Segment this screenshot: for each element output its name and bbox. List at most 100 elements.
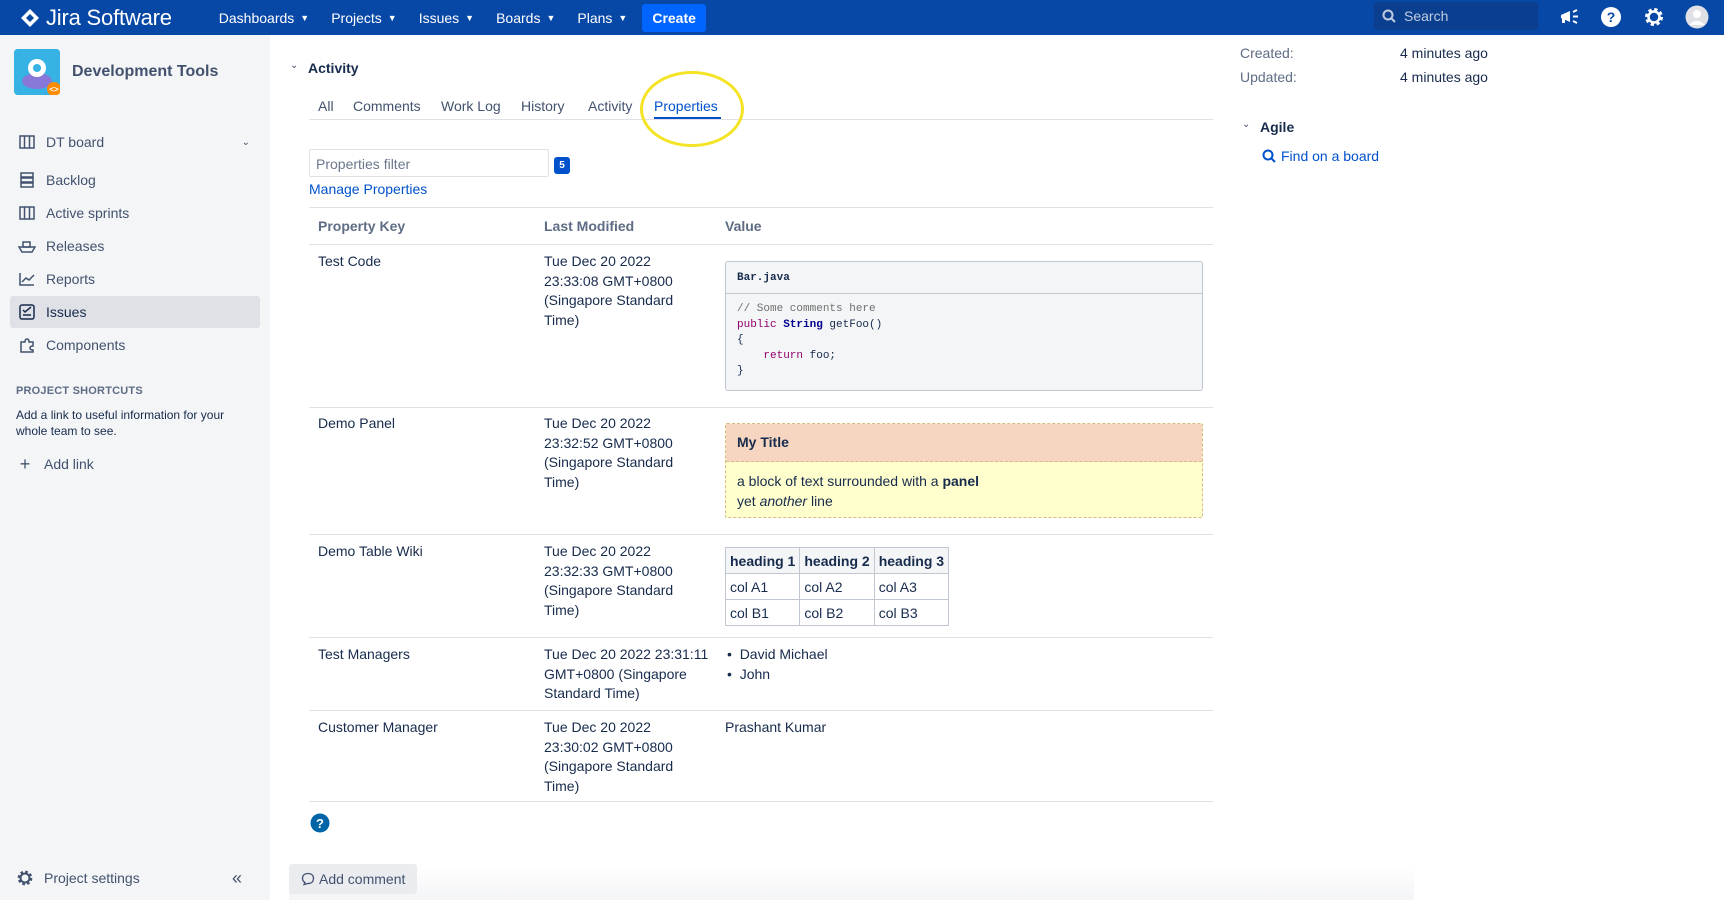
- chevron-down-icon: ⌄: [241, 136, 250, 148]
- column-header-property-key: Property Key: [318, 218, 406, 234]
- sidebar-item-reports[interactable]: Reports: [10, 263, 260, 295]
- row-divider: [309, 637, 1213, 638]
- panel-line: yet another line: [737, 492, 1191, 512]
- last-modified-line: GMT+0800 (Singapore: [544, 665, 687, 682]
- last-modified-line: 23:32:33 GMT+0800: [544, 562, 673, 579]
- notifications-megaphone-icon[interactable]: [1557, 5, 1581, 29]
- code-body: // Some comments here public String getFo…: [726, 294, 1202, 388]
- sidebar-item-components[interactable]: Components: [10, 329, 260, 361]
- table-cell: col B2: [799, 599, 875, 626]
- bullet-icon: •: [727, 665, 732, 682]
- code-brace: {: [737, 334, 744, 346]
- table-row: col B1 col B2 col B3: [724, 599, 950, 626]
- wiki-table: heading 1 heading 2 heading 3 col A1 col…: [724, 547, 950, 626]
- last-modified-line: Tue Dec 20 2022: [544, 415, 651, 431]
- last-modified-line: Time): [544, 473, 580, 490]
- last-modified: Tue Dec 20 2022 23:33:08 GMT+0800 (Singa…: [544, 252, 673, 330]
- svg-text:?: ?: [1607, 9, 1616, 25]
- column-header-value: Value: [725, 218, 762, 234]
- project-header[interactable]: <> Development Tools: [14, 49, 218, 96]
- created-label: Created:: [1240, 45, 1294, 61]
- add-link-button[interactable]: + Add link: [8, 448, 258, 480]
- row-divider: [309, 534, 1213, 535]
- collapse-sidebar-icon[interactable]: «: [232, 868, 242, 889]
- tab-comments[interactable]: Comments: [353, 98, 421, 114]
- tab-work-log[interactable]: Work Log: [441, 98, 501, 114]
- properties-count-badge: 5: [554, 157, 570, 174]
- search-input[interactable]: Search: [1374, 2, 1538, 30]
- code-return-value: foo;: [803, 349, 837, 362]
- project-shortcuts-description: Add a link to useful information for you…: [16, 408, 225, 438]
- table-cell: col B1: [724, 599, 801, 626]
- chevron-down-icon: ▼: [465, 12, 475, 23]
- sidebar-item-active-sprints[interactable]: Active sprints: [10, 197, 260, 229]
- code-line: return foo;: [737, 349, 1191, 365]
- create-button[interactable]: Create: [642, 3, 706, 32]
- created-value: 4 minutes ago: [1400, 45, 1488, 61]
- main-nav: Dashboards ▼ Projects ▼ Issues ▼ Boards ▼ Pl…: [208, 0, 706, 35]
- comment-bar: [289, 865, 1414, 900]
- code-method: getFoo(): [822, 318, 883, 331]
- jira-logo[interactable]: Jira Software: [20, 5, 172, 31]
- chevron-down-icon[interactable]: ⌄: [1242, 119, 1250, 130]
- row-divider: [309, 710, 1213, 711]
- svg-text:?: ?: [316, 816, 324, 831]
- code-comment: // Some comments here: [737, 303, 876, 315]
- last-modified: Tue Dec 20 2022 23:31:11 GMT+0800 (Singa…: [544, 645, 708, 704]
- project-avatar-icon: <>: [14, 49, 61, 96]
- sidebar-item-releases[interactable]: Releases: [10, 230, 260, 262]
- nav-plans[interactable]: Plans ▼: [566, 0, 638, 35]
- puzzle-icon: [18, 336, 36, 354]
- nav-label: Plans: [577, 9, 613, 26]
- customer-manager-value: Prashant Kumar: [725, 719, 827, 735]
- project-settings-button[interactable]: Project settings: [8, 862, 258, 894]
- tab-activity[interactable]: Activity: [588, 98, 632, 114]
- add-comment-label: Add comment: [319, 871, 406, 887]
- add-comment-button[interactable]: Add comment: [289, 864, 417, 894]
- chevron-down-icon[interactable]: ⌄: [290, 60, 298, 71]
- nav-issues[interactable]: Issues ▼: [408, 0, 485, 35]
- svg-text:<>: <>: [49, 85, 59, 94]
- last-modified: Tue Dec 20 2022 23:32:52 GMT+0800 (Singa…: [544, 414, 673, 492]
- table-cell: col A1: [724, 573, 801, 600]
- sidebar-item-label: Backlog: [46, 172, 96, 188]
- table-header-row: heading 1 heading 2 heading 3: [724, 547, 950, 574]
- properties-filter-input[interactable]: Properties filter: [309, 149, 549, 177]
- table-header: heading 1: [724, 547, 801, 574]
- property-key: Demo Panel: [318, 415, 396, 431]
- chevron-down-icon: ▼: [387, 12, 397, 23]
- panel-bold-text: panel: [942, 473, 980, 489]
- help-icon[interactable]: ?: [310, 813, 330, 836]
- nav-boards[interactable]: Boards ▼: [485, 0, 566, 35]
- project-settings-label: Project settings: [44, 870, 140, 886]
- search-icon: [1262, 149, 1276, 163]
- panel-text: a block of text surrounded with a: [737, 473, 943, 489]
- panel-text: line: [807, 492, 833, 509]
- comment-icon: [301, 872, 315, 886]
- sidebar-board-selector[interactable]: DT board ⌄: [10, 126, 260, 158]
- brand-name: Jira Software: [46, 4, 172, 30]
- table-row: col A1 col A2 col A3: [724, 573, 950, 600]
- last-modified-line: Tue Dec 20 2022: [544, 543, 651, 559]
- updated-value: 4 minutes ago: [1400, 69, 1488, 85]
- last-modified-line: (Singapore Standard: [544, 582, 674, 598]
- find-on-board-link[interactable]: Find on a board: [1262, 148, 1379, 164]
- issues-icon: [18, 303, 36, 321]
- nav-label: Dashboards: [218, 9, 295, 26]
- code-type: String: [783, 318, 823, 331]
- avatar[interactable]: [1685, 5, 1709, 29]
- tab-all[interactable]: All: [318, 98, 334, 114]
- code-brace: }: [737, 365, 744, 377]
- help-icon[interactable]: ?: [1599, 5, 1623, 29]
- nav-dashboards[interactable]: Dashboards ▼: [208, 0, 320, 35]
- last-modified-line: 23:30:02 GMT+0800: [544, 738, 673, 755]
- sidebar-item-backlog[interactable]: Backlog: [10, 164, 260, 196]
- gear-icon[interactable]: [1642, 5, 1666, 29]
- nav-projects[interactable]: Projects ▼: [320, 0, 408, 35]
- chevron-down-icon: ▼: [300, 12, 310, 23]
- last-modified-line: (Singapore Standard: [544, 758, 674, 774]
- manage-properties-link[interactable]: Manage Properties: [309, 181, 427, 197]
- sidebar-item-issues[interactable]: Issues: [10, 296, 260, 328]
- code-keyword: return: [763, 349, 804, 362]
- tab-history[interactable]: History: [521, 98, 565, 114]
